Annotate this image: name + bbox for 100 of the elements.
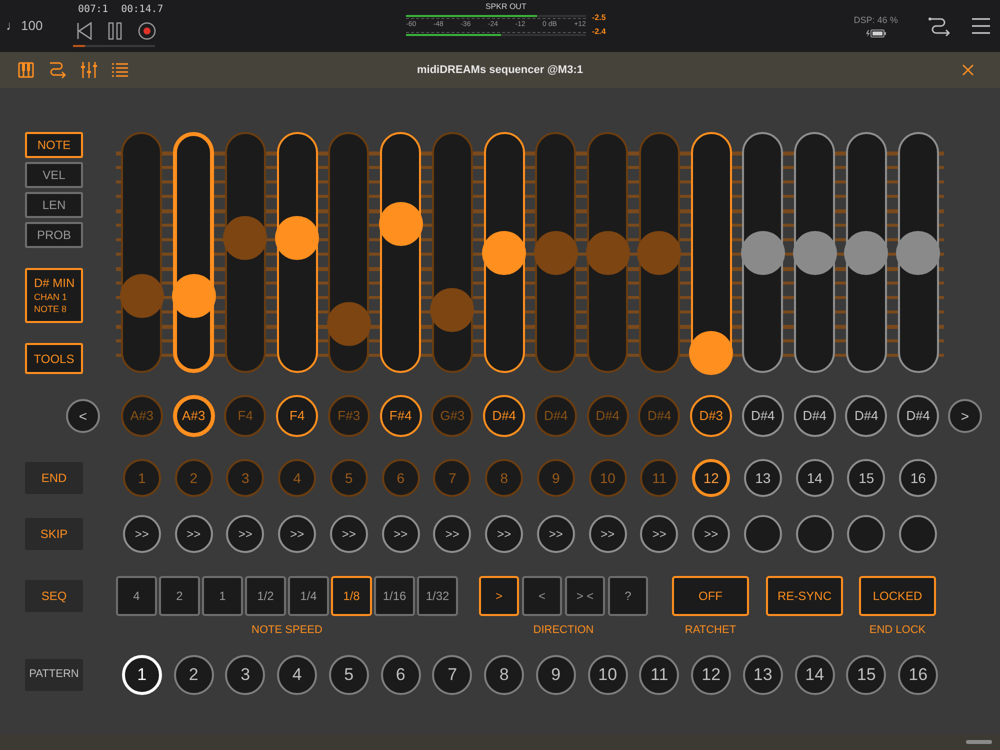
skip-step-button[interactable]: >> xyxy=(433,515,472,553)
option-button[interactable]: 1 xyxy=(202,576,243,616)
slider-knob[interactable] xyxy=(534,231,578,275)
end-step-button[interactable]: 16 xyxy=(899,459,938,497)
slot-number-button[interactable]: 16 xyxy=(898,654,938,694)
mode-button[interactable]: PROB xyxy=(25,222,83,248)
slider-track[interactable] xyxy=(742,132,784,373)
mode-button[interactable]: NOTE xyxy=(25,132,83,158)
mixer-sliders-icon[interactable] xyxy=(80,61,98,79)
slider-knob[interactable] xyxy=(326,302,371,346)
skip-step-button[interactable] xyxy=(847,515,886,553)
slider-knob[interactable] xyxy=(172,274,216,318)
skip-step-button[interactable]: >> xyxy=(640,515,678,553)
slot-number-button[interactable]: 12 xyxy=(691,654,732,694)
slider-track[interactable] xyxy=(638,132,680,373)
slot-number-button[interactable]: 14 xyxy=(794,654,835,694)
row-label-button[interactable]: PATTERN xyxy=(25,658,83,690)
slider-knob[interactable] xyxy=(120,274,164,318)
piano-keys-icon[interactable] xyxy=(18,62,34,78)
skip-step-button[interactable] xyxy=(796,515,834,553)
option-button[interactable]: 1/8 xyxy=(331,576,372,616)
slot-number-button[interactable]: 5 xyxy=(328,654,369,694)
pause-icon[interactable] xyxy=(108,22,122,40)
slider-knob[interactable] xyxy=(378,202,423,246)
option-button[interactable]: 1/2 xyxy=(245,576,286,616)
slider-track[interactable] xyxy=(898,132,939,373)
slider-track[interactable] xyxy=(846,132,887,373)
slider-knob[interactable] xyxy=(482,231,526,275)
option-button[interactable]: < xyxy=(522,576,562,616)
pitch-button[interactable]: D#4 xyxy=(897,395,940,437)
end-step-button[interactable]: 15 xyxy=(847,459,886,497)
skip-step-button[interactable]: >> xyxy=(692,515,730,553)
slider-track[interactable] xyxy=(432,132,473,373)
pitch-button[interactable]: D#4 xyxy=(794,395,836,437)
option-button[interactable]: ? xyxy=(608,576,648,616)
slider-knob[interactable] xyxy=(792,231,837,275)
option-button[interactable]: 4 xyxy=(116,576,157,616)
slider-track[interactable] xyxy=(173,132,214,373)
slider-knob[interactable] xyxy=(275,216,320,260)
scale-settings-button[interactable]: D# MIN CHAN 1 NOTE 8 xyxy=(25,268,83,323)
menu-icon[interactable] xyxy=(972,18,990,34)
row-label-button[interactable]: SKIP xyxy=(25,518,83,550)
pitch-button[interactable]: D#3 xyxy=(690,395,732,437)
pitch-button[interactable]: D#4 xyxy=(845,395,888,437)
routing-icon[interactable] xyxy=(48,61,66,79)
option-button[interactable]: 2 xyxy=(159,576,200,616)
option-button[interactable]: > xyxy=(479,576,519,616)
end-step-button[interactable]: 12 xyxy=(692,459,730,497)
list-icon[interactable] xyxy=(112,62,128,78)
slot-number-button[interactable]: 1 xyxy=(122,654,162,694)
slot-number-button[interactable]: 6 xyxy=(380,654,421,694)
slot-number-button[interactable]: 11 xyxy=(639,654,680,694)
slider-knob[interactable] xyxy=(430,288,474,332)
option-button[interactable]: 1/16 xyxy=(374,576,415,616)
slot-number-button[interactable]: 7 xyxy=(432,654,472,694)
slider-track[interactable] xyxy=(276,132,318,373)
slot-number-button[interactable]: 13 xyxy=(742,654,783,694)
skip-step-button[interactable]: >> xyxy=(485,515,524,553)
pitch-button[interactable]: D#4 xyxy=(742,395,784,437)
skip-step-button[interactable] xyxy=(744,515,782,553)
slider-track[interactable] xyxy=(484,132,525,373)
pitch-button[interactable]: F4 xyxy=(276,395,318,437)
slider-track[interactable] xyxy=(690,132,732,373)
slider-track[interactable] xyxy=(121,132,162,373)
skip-step-button[interactable]: >> xyxy=(226,515,264,553)
slider-track[interactable] xyxy=(328,132,370,373)
slot-number-button[interactable]: 4 xyxy=(277,654,318,694)
resync-button[interactable]: RE-SYNC xyxy=(766,576,843,616)
skip-step-button[interactable]: >> xyxy=(382,515,420,553)
slider-knob[interactable] xyxy=(740,231,785,275)
skip-back-icon[interactable] xyxy=(76,22,92,40)
next-button[interactable]: > xyxy=(948,399,982,433)
pitch-button[interactable]: F#4 xyxy=(380,395,422,437)
end-lock-button[interactable]: LOCKED xyxy=(859,576,936,616)
close-icon[interactable] xyxy=(962,64,974,76)
option-button[interactable]: 1/32 xyxy=(417,576,458,616)
end-step-button[interactable]: 13 xyxy=(744,459,782,497)
slider-knob[interactable] xyxy=(637,231,682,275)
slot-number-button[interactable]: 8 xyxy=(484,654,524,694)
tools-button[interactable]: TOOLS xyxy=(25,343,83,374)
slot-number-button[interactable]: 9 xyxy=(536,654,576,694)
skip-step-button[interactable]: >> xyxy=(588,515,627,553)
slider-knob[interactable] xyxy=(844,231,888,275)
slot-number-button[interactable]: 3 xyxy=(225,654,266,694)
row-label-button[interactable]: SEQ xyxy=(25,580,83,612)
pitch-button[interactable]: A#3 xyxy=(172,395,215,437)
option-button[interactable]: 1/4 xyxy=(288,576,329,616)
slot-number-button[interactable]: 2 xyxy=(174,654,214,694)
slot-number-button[interactable]: 10 xyxy=(588,654,628,694)
option-button[interactable]: > < xyxy=(565,576,605,616)
skip-step-button[interactable]: >> xyxy=(278,515,316,553)
record-icon[interactable] xyxy=(138,22,156,40)
slider-track[interactable] xyxy=(535,132,576,373)
previous-button[interactable]: < xyxy=(66,399,100,433)
slider-knob[interactable] xyxy=(896,231,940,275)
slot-number-button[interactable]: 15 xyxy=(846,654,886,694)
skip-step-button[interactable]: >> xyxy=(122,515,161,553)
end-step-button[interactable]: 14 xyxy=(796,459,834,497)
slider-knob[interactable] xyxy=(223,216,268,260)
slider-track[interactable] xyxy=(380,132,422,373)
